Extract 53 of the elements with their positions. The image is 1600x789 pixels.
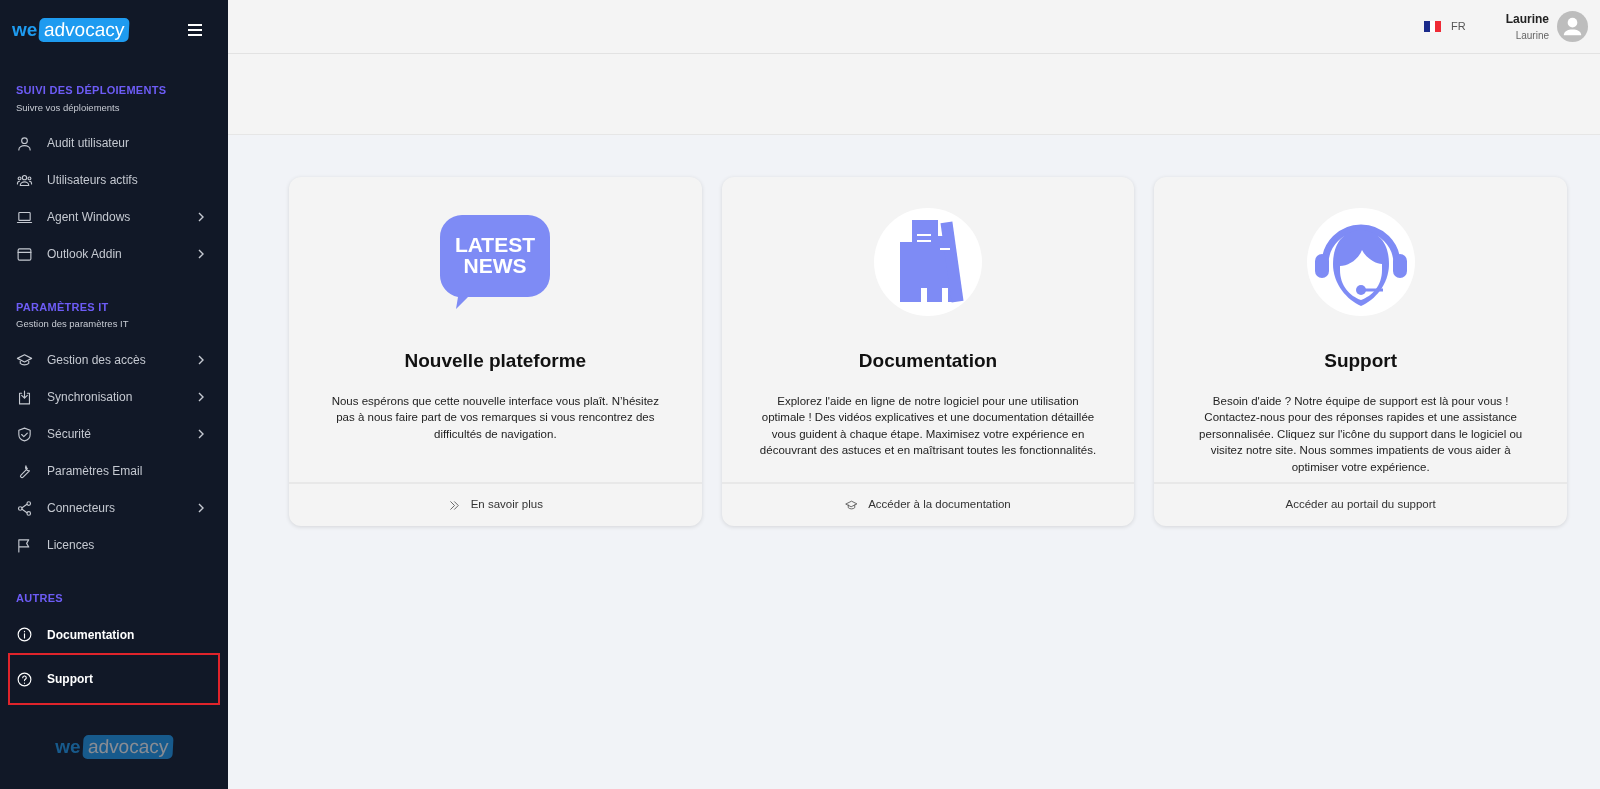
section-heading: PARAMÈTRES IT: [15, 299, 110, 315]
card-title: Nouvelle plateforme: [404, 349, 587, 373]
logo-text: advocacy: [81, 734, 174, 759]
double-chevron-icon: [447, 498, 461, 512]
sidebar-item[interactable]: Licences: [8, 526, 220, 564]
sidebar-item[interactable]: Utilisateurs actifs: [8, 161, 220, 199]
graduation-cap-icon: [16, 351, 33, 369]
card-link[interactable]: Accéder à la documentation: [721, 482, 1135, 526]
menu-icon[interactable]: [188, 24, 202, 36]
section-heading: SUIVI DES DÉPLOIEMENTS: [15, 83, 168, 98]
chevron-right-icon: [196, 429, 206, 439]
card-title: Documentation: [858, 349, 998, 373]
card-text: Explorez l'aide en ligne de notre logiciel pour une utilisation optimale ! Des vidéos explicatives et une documentation détaillée vous guident à chaque étape. Maximisez votre expérience en découvrant des astuces et en maîtrisant toutes les fonctionnalités.: [758, 393, 1098, 458]
language-selector[interactable]: FR: [1451, 18, 1466, 35]
sidebar-item[interactable]: Documentation: [8, 616, 220, 653]
card-link[interactable]: Accéder au portail du support: [1154, 482, 1567, 526]
sidebar-item[interactable]: Audit utilisateur: [8, 124, 220, 162]
help-icon: [16, 670, 33, 688]
sidebar-item[interactable]: Synchronisation: [8, 378, 220, 416]
section-subtitle: Gestion des paramètres IT: [15, 317, 130, 332]
french-flag-icon: [1424, 21, 1441, 32]
card-text: Besoin d'aide ? Notre équipe de support est là pour vous ! Contactez-nous pour des réponses rapides et une assistance personnalisée. Cliquez sur l'icône du support dans le logiciel ou visitez notre site. Nous sommes impatients de vous aider à optimiser votre expérience.: [1198, 393, 1524, 475]
bubble-text: LATEST: [455, 233, 536, 256]
window-icon: [16, 245, 33, 263]
download-icon: [16, 388, 33, 406]
sidebar-item[interactable]: Support: [8, 653, 220, 705]
info-icon: [16, 626, 33, 643]
section-subtitle: Suivre vos déploiements: [15, 100, 121, 115]
shield-icon: [16, 425, 33, 443]
sidebar-item[interactable]: Sécurité: [8, 415, 220, 453]
card-title: Support: [1324, 349, 1398, 373]
sidebar-item[interactable]: Agent Windows: [8, 198, 220, 236]
chevron-right-icon: [196, 212, 206, 223]
sidebar-item[interactable]: Connecteurs: [8, 489, 220, 527]
chevron-right-icon: [196, 249, 206, 260]
user-subtitle: Laurine: [1515, 29, 1549, 43]
card-text: Nous espérons que cette nouvelle interface vous plaît. N’hésitez pas à nous faire part de vos remarques si vous rencontrez des difficultés de navigation.: [330, 393, 660, 442]
logo-text: we: [55, 734, 81, 759]
sidebar-item[interactable]: Paramètres Email: [8, 452, 220, 490]
card-link[interactable]: En savoir plus: [289, 482, 702, 526]
user-name: Laurine: [1505, 11, 1549, 28]
logo-text: advocacy: [38, 18, 131, 42]
share-icon: [16, 499, 33, 517]
sidebar-item[interactable]: Gestion des accès: [8, 341, 220, 379]
chevron-right-icon: [196, 355, 206, 365]
user-icon: [16, 134, 33, 152]
sidebar-item[interactable]: Outlook Addin: [8, 235, 220, 273]
bubble-text: NEWS: [463, 254, 527, 277]
graduation-cap-icon: [845, 498, 859, 512]
chevron-right-icon: [196, 503, 206, 513]
logo-text: we: [12, 17, 38, 42]
chevron-right-icon: [196, 392, 206, 402]
section-heading: AUTRES: [15, 590, 64, 606]
